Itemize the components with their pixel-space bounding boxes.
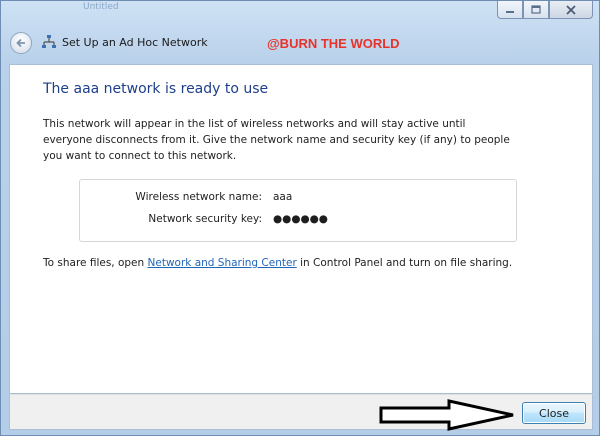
minimize-icon [506,10,514,13]
watermark-text: @BURN THE WORLD [267,36,400,51]
share-files-text: To share files, open Network and Sharing… [43,257,512,269]
pointer-arrow-icon [379,399,514,431]
network-sharing-center-link[interactable]: Network and Sharing Center [148,257,297,269]
page-heading: The aaa network is ready to use [43,81,269,97]
content-panel: The aaa network is ready to use This net… [9,64,593,394]
maximize-button[interactable] [523,1,549,19]
back-button[interactable] [10,32,32,54]
close-button[interactable]: Close [522,402,586,424]
network-icon [42,35,56,48]
back-arrow-icon [16,38,25,48]
titlebar-ghost-text: Untitled [83,2,119,12]
share-prefix: To share files, open [43,257,148,269]
security-key-value: ●●●●●● [273,213,328,225]
description-text: This network will appear in the list of … [43,118,510,162]
security-key-label: Network security key: [148,213,262,225]
wizard-window: Untitled Set Up an Ad Hoc Network @BURN … [0,0,600,436]
window-controls [497,1,593,19]
close-icon [566,4,576,15]
network-name-label: Wireless network name: [135,191,262,203]
close-window-button[interactable] [549,1,593,19]
share-suffix: in Control Panel and turn on file sharin… [296,257,513,269]
wizard-title: Set Up an Ad Hoc Network [62,36,208,49]
network-name-value: aaa [273,191,293,203]
maximize-icon [531,5,541,14]
minimize-button[interactable] [497,1,523,19]
network-info-box: Wireless network name: aaa Network secur… [79,179,517,242]
